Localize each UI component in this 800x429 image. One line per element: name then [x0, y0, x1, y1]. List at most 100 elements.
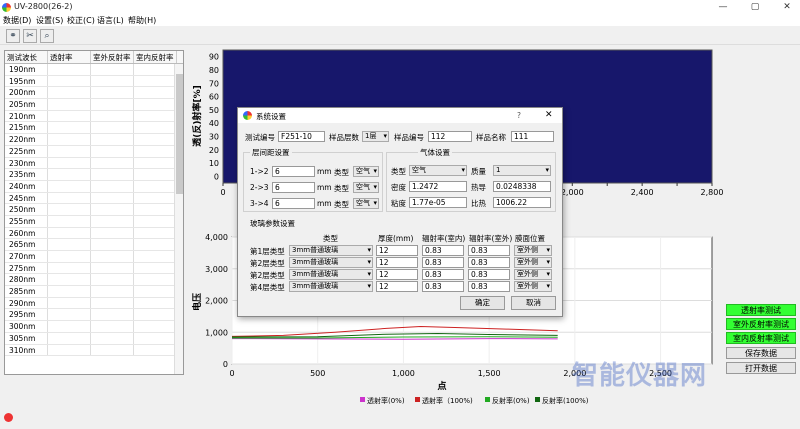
- sample-name-field[interactable]: 111: [511, 131, 554, 142]
- glass-thickness-field[interactable]: 12: [376, 269, 418, 280]
- table-row[interactable]: 250nm: [5, 204, 183, 216]
- emit-out-field[interactable]: 0.83: [468, 245, 510, 256]
- film-position-select[interactable]: 室外侧: [514, 245, 552, 256]
- layers-select[interactable]: 1层: [362, 131, 389, 142]
- emit-in-field[interactable]: 0.83: [422, 245, 464, 256]
- table-row[interactable]: 245nm: [5, 192, 183, 205]
- table-row[interactable]: 205nm: [5, 99, 183, 111]
- glass-thickness-field[interactable]: 12: [376, 245, 418, 256]
- gas-type-select[interactable]: 空气: [409, 165, 467, 176]
- ok-button[interactable]: 确定: [460, 296, 505, 310]
- value-cell: [134, 169, 177, 180]
- table-row[interactable]: 275nm: [5, 262, 183, 275]
- table-row[interactable]: 310nm: [5, 344, 183, 357]
- glass-type-select[interactable]: 3mm普通玻璃: [289, 245, 373, 256]
- value-cell: [48, 180, 91, 192]
- menu-settings[interactable]: 设置(S): [36, 15, 63, 26]
- wavelength-cell: 255nm: [5, 215, 48, 227]
- gap-type-select[interactable]: 空气: [353, 182, 379, 193]
- value-cell: [91, 309, 134, 321]
- glass-type-select[interactable]: 3mm普通玻璃: [289, 281, 373, 292]
- menu-language[interactable]: 语言(L): [97, 15, 124, 26]
- value-cell: [91, 227, 134, 239]
- cancel-button[interactable]: 取消: [511, 296, 556, 310]
- gap-type-select[interactable]: 空气: [353, 166, 379, 177]
- table-row[interactable]: 270nm: [5, 251, 183, 263]
- emit-in-field[interactable]: 0.83: [422, 281, 464, 292]
- gap-type-select[interactable]: 空气: [353, 198, 379, 209]
- table-row[interactable]: 200nm: [5, 87, 183, 100]
- emit-in-field[interactable]: 0.83: [422, 257, 464, 268]
- link-icon[interactable]: ⚭: [6, 29, 20, 43]
- emit-out-field[interactable]: 0.83: [468, 269, 510, 280]
- outdoor-reflectance-test-button[interactable]: 室外反射率测试: [726, 318, 796, 330]
- specific-heat-label: 比热: [471, 199, 486, 208]
- table-row[interactable]: 240nm: [5, 180, 183, 193]
- indoor-reflectance-test-button[interactable]: 室内反射率测试: [726, 332, 796, 344]
- gap-value-field[interactable]: 6: [272, 166, 315, 177]
- viscosity-field[interactable]: 1.77e-05: [409, 197, 467, 208]
- value-cell: [48, 297, 91, 309]
- glass-type-select[interactable]: 3mm普通玻璃: [289, 257, 373, 268]
- tools-icon[interactable]: ✂: [23, 29, 37, 43]
- search-icon[interactable]: ⌕: [40, 29, 54, 43]
- gas-mass-select[interactable]: 1: [493, 165, 551, 176]
- table-row[interactable]: 215nm: [5, 122, 183, 135]
- scroll-thumb[interactable]: [176, 74, 183, 194]
- specific-heat-field[interactable]: 1006.22: [493, 197, 551, 208]
- table-row[interactable]: 225nm: [5, 145, 183, 158]
- table-row[interactable]: 280nm: [5, 274, 183, 287]
- transmittance-test-button[interactable]: 透射率测试: [726, 304, 796, 316]
- open-data-button[interactable]: 打开数据: [726, 362, 796, 374]
- film-position-select[interactable]: 室外侧: [514, 281, 552, 292]
- table-row[interactable]: 295nm: [5, 309, 183, 322]
- save-data-button[interactable]: 保存数据: [726, 347, 796, 359]
- table-row[interactable]: 195nm: [5, 75, 183, 88]
- test-no-field[interactable]: F251-10: [278, 131, 325, 142]
- x-tick-label: 2,000: [561, 188, 584, 197]
- maximize-button[interactable]: ▢: [748, 1, 762, 13]
- glass-thickness-field[interactable]: 12: [376, 257, 418, 268]
- film-position-select[interactable]: 室外侧: [514, 257, 552, 268]
- close-button[interactable]: ✕: [780, 1, 794, 13]
- menu-calibrate[interactable]: 校正(C): [67, 15, 95, 26]
- emit-in-field[interactable]: 0.83: [422, 269, 464, 280]
- table-row[interactable]: 300nm: [5, 321, 183, 333]
- help-icon[interactable]: ?: [517, 111, 521, 120]
- menu-help[interactable]: 帮助(H): [128, 15, 156, 26]
- glass-type-select[interactable]: 3mm普通玻璃: [289, 269, 373, 280]
- table-row[interactable]: 235nm: [5, 169, 183, 181]
- watermark-text: 智能仪器网: [572, 361, 708, 391]
- table-row[interactable]: 285nm: [5, 286, 183, 298]
- emit-out-field[interactable]: 0.83: [468, 281, 510, 292]
- table-row[interactable]: 290nm: [5, 297, 183, 310]
- gap-value-field[interactable]: 6: [272, 198, 315, 209]
- table-row[interactable]: 230nm: [5, 157, 183, 170]
- value-cell: [134, 192, 177, 204]
- menu-data[interactable]: 数据(D): [3, 15, 31, 26]
- legend-swatch: [415, 397, 420, 402]
- table-scrollbar[interactable]: [174, 64, 183, 374]
- glass-layer-label: 第2层类型: [250, 271, 285, 280]
- table-row[interactable]: 220nm: [5, 134, 183, 146]
- x-tick-label: 1,500: [478, 369, 501, 378]
- glass-header-film: 膜面位置: [515, 234, 545, 243]
- table-row[interactable]: 265nm: [5, 239, 183, 251]
- film-position-select[interactable]: 室外侧: [514, 269, 552, 280]
- glass-thickness-field[interactable]: 12: [376, 281, 418, 292]
- dialog-close-icon[interactable]: ✕: [545, 110, 553, 120]
- gap-unit: mm: [317, 183, 332, 192]
- glass-header-thickness: 厚度(mm): [378, 234, 414, 243]
- conductivity-field[interactable]: 0.0248338: [493, 181, 551, 192]
- sample-no-field[interactable]: 112: [428, 131, 472, 142]
- value-cell: [91, 192, 134, 204]
- table-row[interactable]: 305nm: [5, 332, 183, 345]
- emit-out-field[interactable]: 0.83: [468, 257, 510, 268]
- density-field[interactable]: 1.2472: [409, 181, 467, 192]
- table-row[interactable]: 255nm: [5, 215, 183, 228]
- gap-value-field[interactable]: 6: [272, 182, 315, 193]
- table-row[interactable]: 260nm: [5, 227, 183, 240]
- table-row[interactable]: 190nm: [5, 64, 183, 76]
- table-row[interactable]: 210nm: [5, 110, 183, 123]
- minimize-button[interactable]: —: [716, 1, 730, 13]
